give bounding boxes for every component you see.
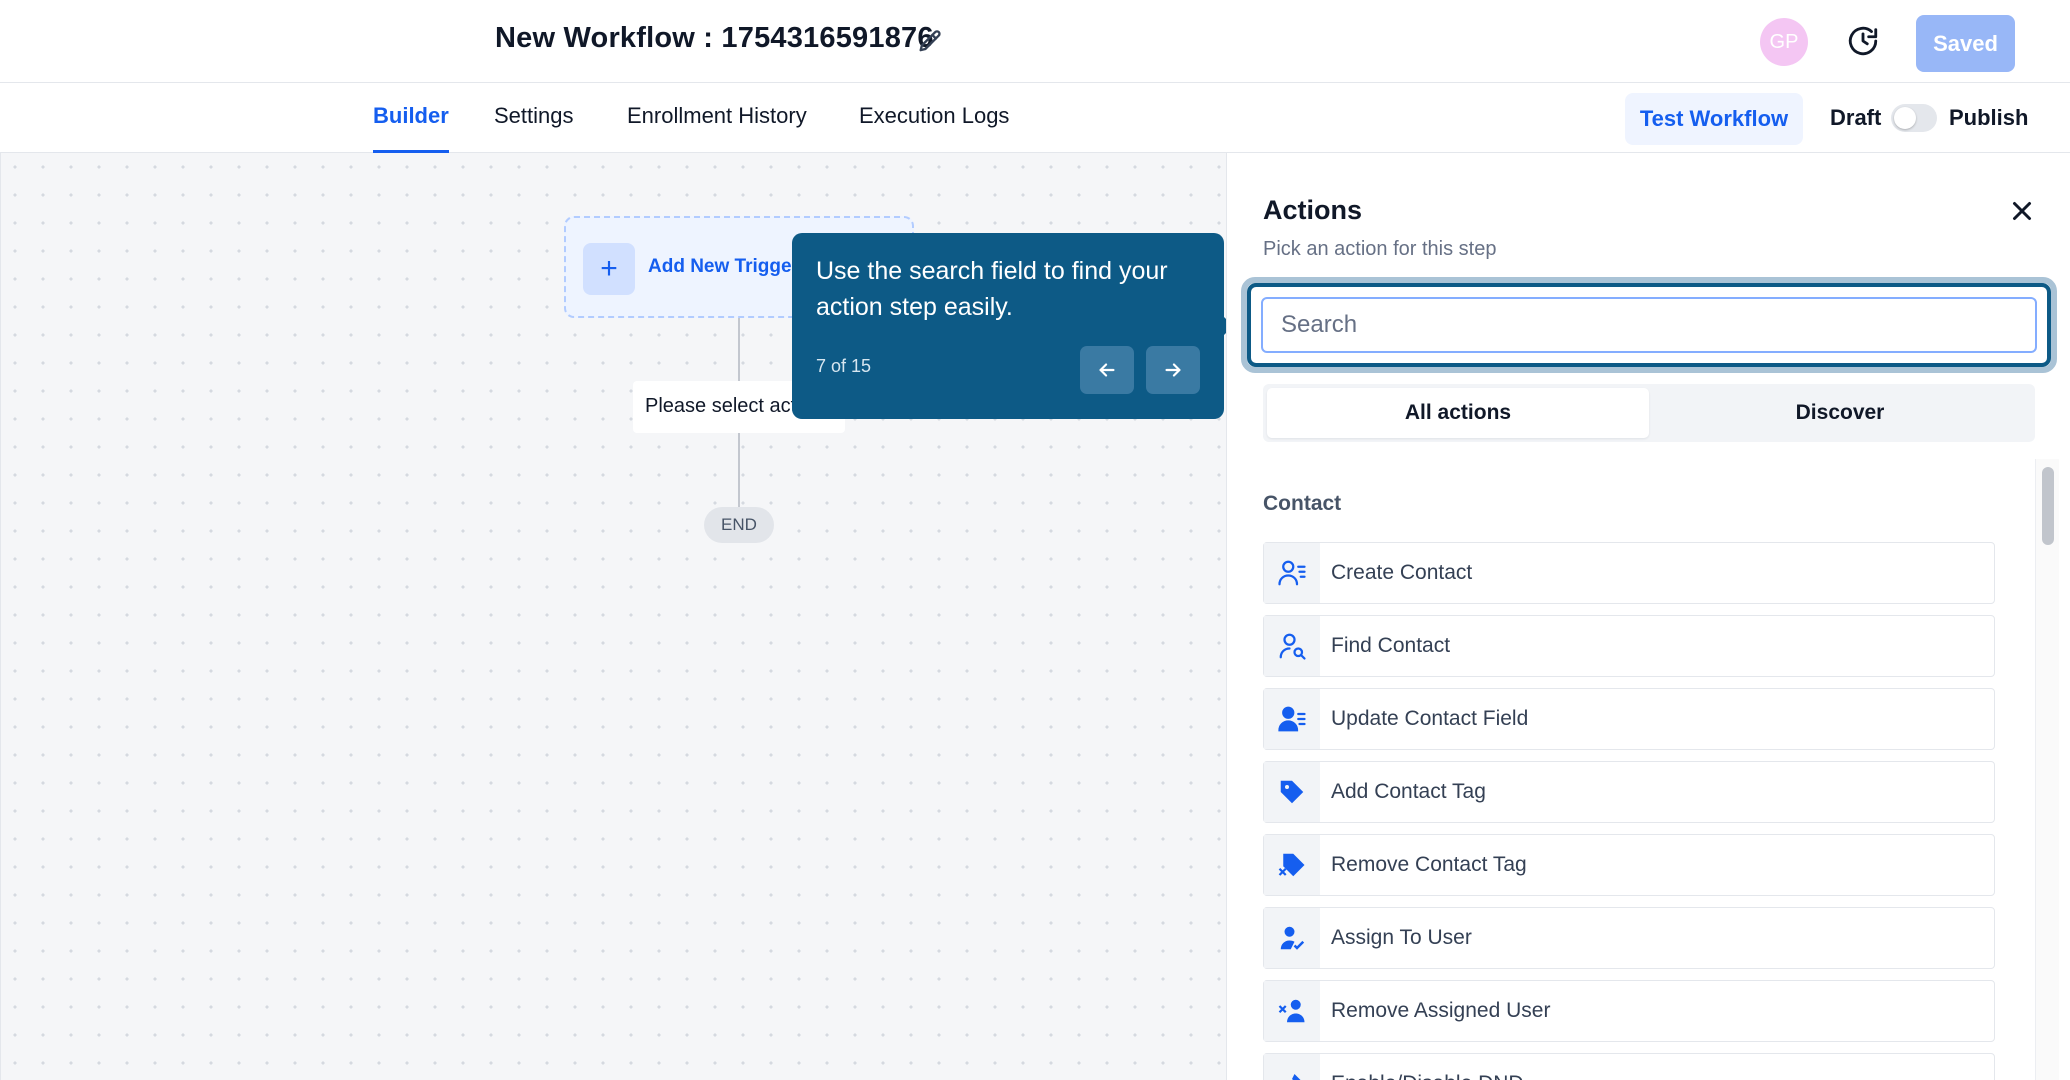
- saved-button[interactable]: Saved: [1916, 15, 2015, 72]
- panel-title: Actions: [1263, 195, 1363, 225]
- add-trigger-label: Add New Trigger: [648, 256, 799, 277]
- tab-all-actions[interactable]: All actions: [1267, 388, 1649, 438]
- workflow-tabbar: Builder Settings Enrollment History Exec…: [0, 83, 2070, 153]
- action-item-enable-disable-dnd[interactable]: Enable/Disable DND: [1263, 1053, 1995, 1080]
- pencil-edit-icon[interactable]: [916, 28, 944, 56]
- test-workflow-button[interactable]: Test Workflow: [1625, 93, 1803, 145]
- tooltip-step-counter: 7 of 15: [816, 356, 872, 376]
- draft-label: Draft: [1830, 105, 1882, 130]
- action-label: Find Contact: [1331, 634, 1451, 657]
- panel-subtitle: Pick an action for this step: [1263, 238, 1497, 260]
- action-item-add-contact-tag[interactable]: Add Contact Tag: [1263, 761, 1995, 823]
- tab-discover[interactable]: Discover: [1649, 388, 2031, 438]
- action-label: Enable/Disable DND: [1331, 1072, 1524, 1080]
- end-node: END: [704, 507, 774, 543]
- guide-tooltip: Use the search field to find your action…: [792, 233, 1224, 419]
- tag-remove-icon: [1264, 835, 1320, 895]
- tooltip-prev-button[interactable]: [1080, 346, 1134, 394]
- action-item-create-contact[interactable]: Create Contact: [1263, 542, 1995, 604]
- action-item-remove-assigned-user[interactable]: Remove Assigned User: [1263, 980, 1995, 1042]
- publish-toggle[interactable]: [1891, 104, 1937, 132]
- arrow-left-icon: [1099, 363, 1115, 377]
- action-label: Add Contact Tag: [1331, 780, 1486, 803]
- plus-icon: +: [583, 243, 635, 295]
- action-item-update-contact-field[interactable]: Update Contact Field: [1263, 688, 1995, 750]
- tooltip-text: Use the search field to find your action…: [816, 257, 1168, 321]
- connector-line: [738, 318, 740, 381]
- connector-line: [738, 433, 740, 507]
- toggle-knob: [1894, 107, 1916, 129]
- search-input[interactable]: [1261, 297, 2037, 353]
- tag-icon: [1264, 762, 1320, 822]
- action-item-find-contact[interactable]: Find Contact: [1263, 615, 1995, 677]
- search-highlight: [1241, 277, 2057, 373]
- tab-builder[interactable]: Builder: [373, 103, 449, 153]
- scrollbar-thumb[interactable]: [2042, 467, 2054, 545]
- action-item-assign-to-user[interactable]: Assign To User: [1263, 907, 1995, 969]
- dnd-icon: [1264, 1054, 1320, 1080]
- action-label: Update Contact Field: [1331, 707, 1529, 730]
- category-heading: Contact: [1263, 492, 1342, 515]
- actions-panel: Actions Pick an action for this step All…: [1226, 153, 2070, 1080]
- tab-enrollment-history[interactable]: Enrollment History: [627, 103, 807, 153]
- user-edit-icon: [1264, 689, 1320, 749]
- tab-settings[interactable]: Settings: [494, 103, 574, 153]
- user-search-icon: [1264, 616, 1320, 676]
- action-label: Create Contact: [1331, 561, 1473, 584]
- workflow-header: New Workflow : 1754316591876 GP Saved: [0, 0, 2070, 83]
- tooltip-next-button[interactable]: [1146, 346, 1200, 394]
- workflow-title: New Workflow : 1754316591876: [495, 22, 934, 54]
- tab-execution-logs[interactable]: Execution Logs: [859, 103, 1009, 153]
- user-remove-icon: [1264, 981, 1320, 1041]
- user-avatar[interactable]: GP: [1760, 18, 1808, 66]
- user-check-icon: [1264, 908, 1320, 968]
- publish-label: Publish: [1949, 105, 2029, 130]
- action-filter-tabs: All actions Discover: [1263, 384, 2035, 442]
- scrollbar[interactable]: [2035, 459, 2059, 1080]
- user-lines-icon: [1264, 543, 1320, 603]
- close-icon[interactable]: [2007, 196, 2037, 226]
- action-item-remove-contact-tag[interactable]: Remove Contact Tag: [1263, 834, 1995, 896]
- history-clock-icon[interactable]: [1846, 24, 1880, 58]
- actions-list[interactable]: Contact Create Contact Find Contact Upda…: [1263, 459, 2070, 1080]
- action-label: Remove Contact Tag: [1331, 853, 1527, 876]
- action-label: Assign To User: [1331, 926, 1472, 949]
- arrow-right-icon: [1165, 363, 1181, 377]
- action-label: Remove Assigned User: [1331, 999, 1551, 1022]
- search-highlight-inner: [1247, 283, 2051, 367]
